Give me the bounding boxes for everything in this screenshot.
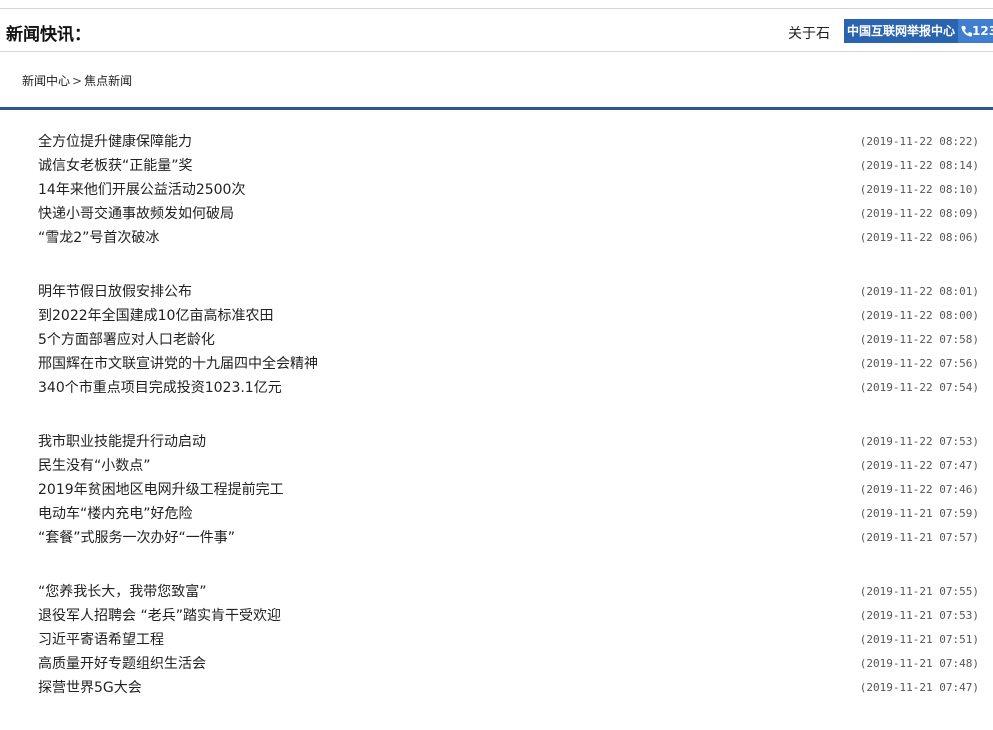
news-time: (2019-11-21 07:55) (859, 585, 979, 598)
news-title-link[interactable]: 2019年贫困地区电网升级工程提前完工 (38, 478, 284, 502)
section-divider (0, 107, 993, 110)
news-item: 到2022年全国建成10亿亩高标准农田 (2019-11-22 08:00) (0, 304, 993, 328)
news-time: (2019-11-21 07:57) (859, 531, 979, 544)
report-phone: 12377 (958, 19, 993, 43)
news-item: 探营世界5G大会 (2019-11-21 07:47) (0, 676, 993, 700)
about-link[interactable]: 关于石 (788, 23, 830, 43)
news-item: 5个方面部署应对人口老龄化 (2019-11-22 07:58) (0, 328, 993, 352)
news-group: 我市职业技能提升行动启动 (2019-11-22 07:53) 民生没有“小数点… (0, 430, 993, 550)
breadcrumb-separator: > (72, 74, 83, 88)
news-title-link[interactable]: “套餐”式服务一次办好“一件事” (38, 526, 235, 550)
news-item: 全方位提升健康保障能力 (2019-11-22 08:22) (0, 130, 993, 154)
news-item: 邢国辉在市文联宣讲党的十九届四中全会精神 (2019-11-22 07:56) (0, 352, 993, 376)
news-time: (2019-11-21 07:47) (859, 681, 979, 694)
news-time: (2019-11-22 07:47) (859, 459, 979, 472)
news-time: (2019-11-22 07:53) (859, 435, 979, 448)
news-group: “您养我长大，我带您致富” (2019-11-21 07:55) 退役军人招聘会… (0, 580, 993, 700)
news-title-link[interactable]: “雪龙2”号首次破冰 (38, 226, 159, 250)
news-title-link[interactable]: 到2022年全国建成10亿亩高标准农田 (38, 304, 273, 328)
news-title-link[interactable]: 诚信女老板获“正能量”奖 (38, 154, 193, 178)
news-item: “雪龙2”号首次破冰 (2019-11-22 08:06) (0, 226, 993, 250)
news-time: (2019-11-22 08:09) (859, 207, 979, 220)
news-title-link[interactable]: 探营世界5G大会 (38, 676, 142, 700)
news-title-link[interactable]: 我市职业技能提升行动启动 (38, 430, 206, 454)
news-list: 全方位提升健康保障能力 (2019-11-22 08:22) 诚信女老板获“正能… (0, 130, 993, 730)
report-center-label: 中国互联网举报中心 (847, 24, 956, 38)
news-title-link[interactable]: 明年节假日放假安排公布 (38, 280, 192, 304)
news-item: 340个市重点项目完成投资1023.1亿元 (2019-11-22 07:54) (0, 376, 993, 400)
news-item: 14年来他们开展公益活动2500次 (2019-11-22 08:10) (0, 178, 993, 202)
page-title: 新闻快讯： (6, 25, 91, 45)
news-time: (2019-11-22 08:06) (859, 231, 979, 244)
news-title-link[interactable]: 全方位提升健康保障能力 (38, 130, 192, 154)
phone-icon (961, 26, 973, 37)
news-item: 电动车“楼内充电”好危险 (2019-11-21 07:59) (0, 502, 993, 526)
news-item: “套餐”式服务一次办好“一件事” (2019-11-21 07:57) (0, 526, 993, 550)
news-title-link[interactable]: 高质量开好专题组织生活会 (38, 652, 206, 676)
news-time: (2019-11-22 07:58) (859, 333, 979, 346)
news-item: 退役军人招聘会 “老兵”踏实肯干受欢迎 (2019-11-21 07:53) (0, 604, 993, 628)
news-time: (2019-11-21 07:53) (859, 609, 979, 622)
news-title-link[interactable]: 340个市重点项目完成投资1023.1亿元 (38, 376, 282, 400)
news-title-link[interactable]: 电动车“楼内充电”好危险 (38, 502, 193, 526)
news-time: (2019-11-22 08:14) (859, 159, 979, 172)
news-time: (2019-11-22 08:22) (859, 135, 979, 148)
news-time: (2019-11-22 08:00) (859, 309, 979, 322)
news-title-link[interactable]: “您养我长大，我带您致富” (38, 580, 207, 604)
news-item: 高质量开好专题组织生活会 (2019-11-21 07:48) (0, 652, 993, 676)
news-group: 明年节假日放假安排公布 (2019-11-22 08:01) 到2022年全国建… (0, 280, 993, 400)
breadcrumb: 新闻中心 > 焦点新闻 (22, 72, 132, 89)
news-item: 习近平寄语希望工程 (2019-11-21 07:51) (0, 628, 993, 652)
report-center-badge[interactable]: 中国互联网举报中心 12377 (844, 19, 993, 43)
news-item: 诚信女老板获“正能量”奖 (2019-11-22 08:14) (0, 154, 993, 178)
news-item: 我市职业技能提升行动启动 (2019-11-22 07:53) (0, 430, 993, 454)
news-title-link[interactable]: 退役军人招聘会 “老兵”踏实肯干受欢迎 (38, 604, 281, 628)
news-time: (2019-11-22 07:54) (859, 381, 979, 394)
news-title-link[interactable]: 5个方面部署应对人口老龄化 (38, 328, 215, 352)
news-time: (2019-11-21 07:48) (859, 657, 979, 670)
news-title-link[interactable]: 邢国辉在市文联宣讲党的十九届四中全会精神 (38, 352, 318, 376)
news-item: “您养我长大，我带您致富” (2019-11-21 07:55) (0, 580, 993, 604)
breadcrumb-news-center[interactable]: 新闻中心 (22, 74, 70, 88)
report-phone-number: 12377 (972, 24, 993, 38)
news-time: (2019-11-22 07:56) (859, 357, 979, 370)
news-time: (2019-11-21 07:59) (859, 507, 979, 520)
news-group: 全方位提升健康保障能力 (2019-11-22 08:22) 诚信女老板获“正能… (0, 130, 993, 250)
news-time: (2019-11-22 07:46) (859, 483, 979, 496)
news-item: 明年节假日放假安排公布 (2019-11-22 08:01) (0, 280, 993, 304)
news-item: 快递小哥交通事故频发如何破局 (2019-11-22 08:09) (0, 202, 993, 226)
news-item: 2019年贫困地区电网升级工程提前完工 (2019-11-22 07:46) (0, 478, 993, 502)
news-title-link[interactable]: 民生没有“小数点” (38, 454, 151, 478)
news-time: (2019-11-21 07:51) (859, 633, 979, 646)
news-time: (2019-11-22 08:01) (859, 285, 979, 298)
news-title-link[interactable]: 14年来他们开展公益活动2500次 (38, 178, 245, 202)
news-time: (2019-11-22 08:10) (859, 183, 979, 196)
news-title-link[interactable]: 快递小哥交通事故频发如何破局 (38, 202, 234, 226)
news-title-link[interactable]: 习近平寄语希望工程 (38, 628, 164, 652)
header-bar: 新闻快讯： 关于石 中国互联网举报中心 12377 (0, 8, 993, 52)
news-item: 民生没有“小数点” (2019-11-22 07:47) (0, 454, 993, 478)
breadcrumb-focus-news[interactable]: 焦点新闻 (84, 74, 132, 88)
